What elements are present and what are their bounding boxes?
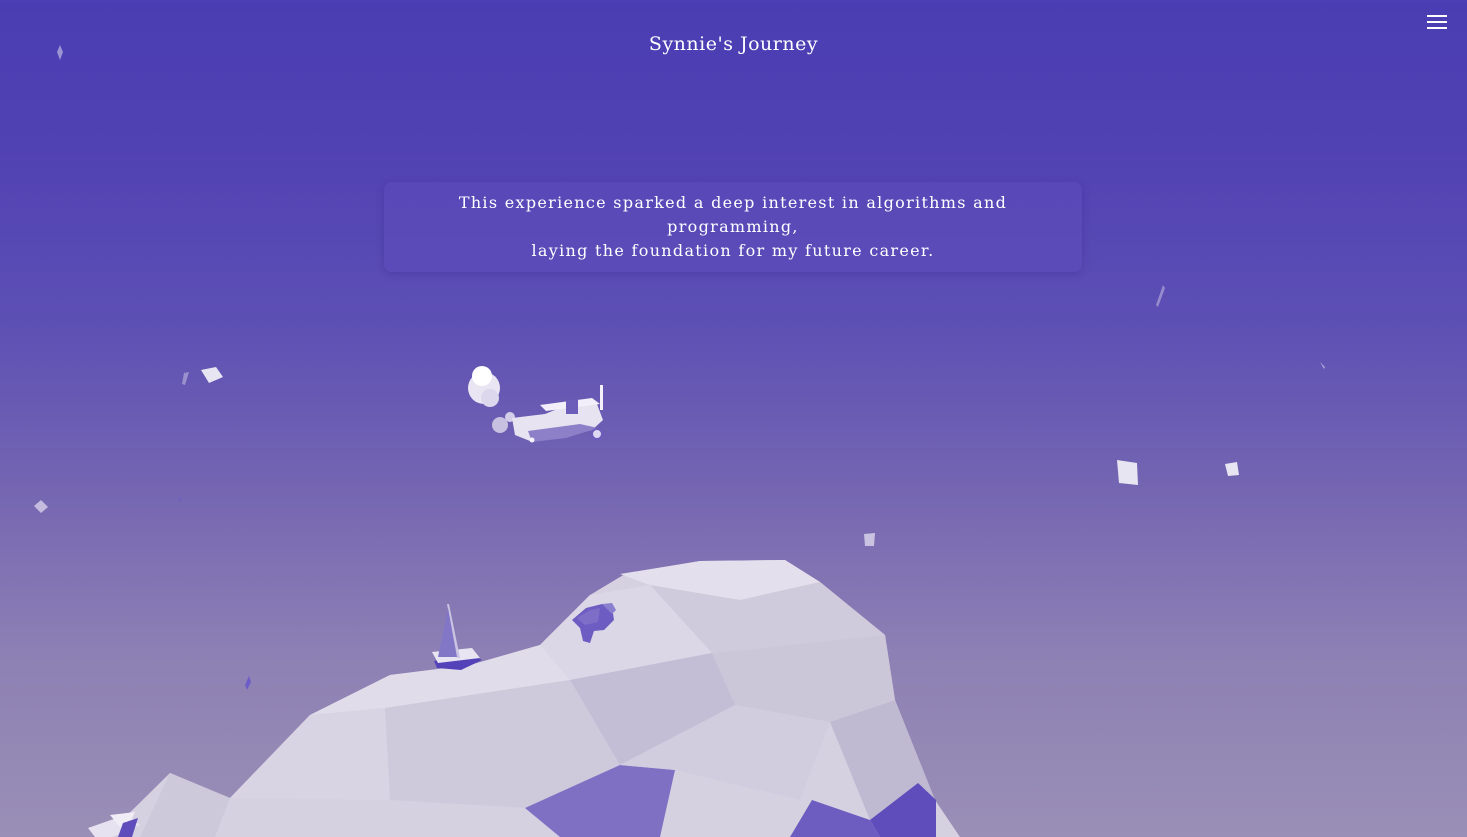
menu-line: [1427, 27, 1447, 29]
story-text-line-1: This experience sparked a deep interest …: [458, 193, 1008, 236]
menu-line: [1427, 21, 1447, 23]
shard: [245, 676, 251, 690]
hamburger-menu-icon[interactable]: [1427, 15, 1447, 31]
shard: [201, 367, 223, 383]
page-title: Synnie's Journey: [648, 33, 819, 55]
shard: [34, 500, 48, 513]
scene-canvas: [34, 45, 1325, 837]
shard: [1117, 460, 1138, 485]
sailboat: [432, 604, 482, 670]
shard: [864, 533, 875, 546]
shard: [1156, 285, 1165, 307]
story-text-line-2: laying the foundation for my future care…: [531, 241, 935, 260]
story-text: This experience sparked a deep interest …: [414, 191, 1052, 263]
shard: [182, 372, 189, 385]
scene-3d: [0, 0, 1467, 837]
story-card: This experience sparked a deep interest …: [384, 182, 1082, 272]
shard: [1320, 362, 1325, 369]
low-poly-island: [88, 560, 960, 837]
menu-line: [1427, 15, 1447, 17]
shard: [1225, 462, 1239, 476]
shard: [178, 495, 182, 502]
biplane: [468, 366, 603, 443]
